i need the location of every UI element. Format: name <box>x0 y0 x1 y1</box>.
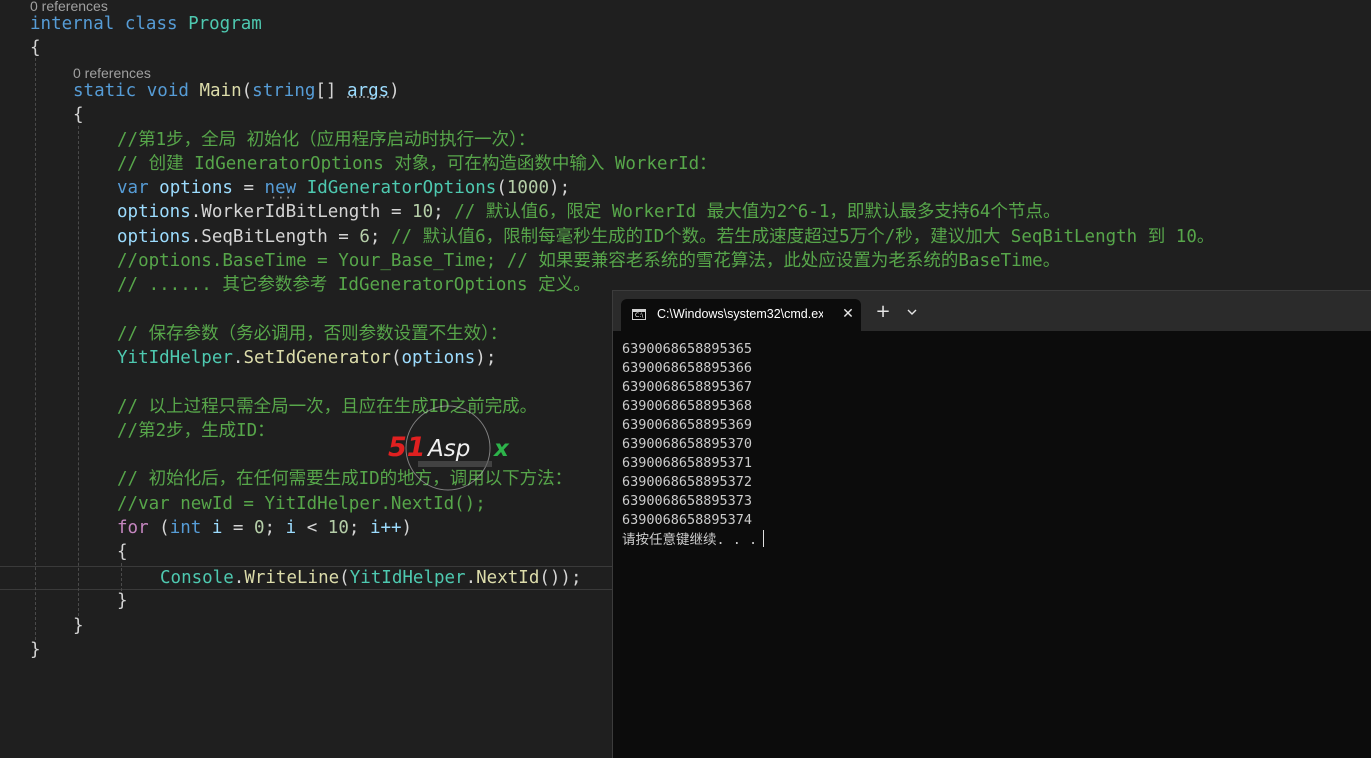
output-line: 6390068658895366 <box>622 360 753 376</box>
cmd-icon: C:\ <box>632 309 646 320</box>
keyword-static: static <box>73 81 137 101</box>
indent-guide <box>35 58 36 640</box>
output-line: 6390068658895373 <box>622 493 753 509</box>
code-line-set-generator: YitIdHelper.SetIdGenerator(options); <box>117 348 497 368</box>
code-line-seq: options.SeqBitLength = 6; // 默认值6，限制每毫秒生… <box>117 227 1215 247</box>
comment-save: // 保存参数（务必调用，否则参数设置不生效）： <box>117 324 508 344</box>
terminal-tab-title: C:\Windows\system32\cmd.exe <box>657 307 823 321</box>
svg-text:Asp: Asp <box>426 436 470 462</box>
keyword-string: string <box>252 81 316 101</box>
code-line-for: for (int i = 0; i < 10; i++) <box>117 518 413 538</box>
prompt-line: 请按任意键继续. . . <box>622 530 765 550</box>
output-line: 6390068658895370 <box>622 436 753 452</box>
param-args: args <box>347 81 390 101</box>
comment-other: // ...... 其它参数参考 IdGeneratorOptions 定义。 <box>117 275 591 295</box>
indent-guide <box>78 126 79 616</box>
close-icon[interactable]: ✕ <box>839 304 857 324</box>
terminal-tab-bar: C:\ C:\Windows\system32\cmd.exe ✕ + <box>613 291 1371 331</box>
code-line-close-brace: } <box>30 640 41 660</box>
indent-guide <box>121 563 122 591</box>
svg-text:x: x <box>493 436 510 462</box>
terminal-output[interactable]: 6390068658895365 6390068658895366 63900686… <box>622 340 765 550</box>
comment-step2: //第2步，生成ID： <box>117 421 275 441</box>
comment-basetime: //options.BaseTime = Your_Base_Time; // … <box>117 251 1061 271</box>
output-line: 6390068658895372 <box>622 474 753 490</box>
code-line-close-brace: } <box>73 616 84 636</box>
output-line: 6390068658895367 <box>622 379 753 395</box>
chevron-down-icon[interactable] <box>903 303 921 321</box>
code-line-open-brace: { <box>117 542 128 562</box>
terminal-tab[interactable]: C:\ C:\Windows\system32\cmd.exe ✕ <box>621 299 861 331</box>
keyword-void: void <box>146 81 189 101</box>
text-cursor <box>763 530 765 547</box>
output-line: 6390068658895374 <box>622 512 753 528</box>
watermark-logo: 51 Asp x <box>388 405 510 491</box>
code-line-open-brace: { <box>73 105 84 125</box>
comment-create: // 创建 IdGeneratorOptions 对象，可在构造函数中输入 Wo… <box>117 154 717 174</box>
code-line-var: var options = new IdGeneratorOptions(100… <box>117 178 571 198</box>
output-line: 6390068658895369 <box>622 417 753 433</box>
prompt-text: 请按任意键继续. . . <box>622 532 758 548</box>
comment-newid: //var newId = YitIdHelper.NextId(); <box>117 494 486 514</box>
code-line-console: Console.WriteLine(YitIdHelper.NextId()); <box>160 568 582 588</box>
output-line: 6390068658895371 <box>622 455 753 471</box>
keyword-internal: internal <box>30 14 115 34</box>
method-name: Main <box>199 81 242 101</box>
code-line-main: static void Main(string[] args) <box>73 81 400 101</box>
new-tab-button[interactable]: + <box>873 301 893 323</box>
class-name: Program <box>188 14 262 34</box>
code-line-class: internal class Program <box>30 12 262 36</box>
svg-text:51: 51 <box>388 432 426 463</box>
keyword-class: class <box>124 14 178 34</box>
output-line: 6390068658895368 <box>622 398 753 414</box>
code-line-open-brace: { <box>30 38 41 58</box>
comment-step1: //第1步，全局 初始化（应用程序启动时执行一次）： <box>117 130 536 150</box>
terminal-window[interactable]: C:\ C:\Windows\system32\cmd.exe ✕ + 6390… <box>612 290 1371 758</box>
code-line-close-brace: } <box>117 591 128 611</box>
output-line: 6390068658895365 <box>622 341 753 357</box>
code-line-worker: options.WorkerIdBitLength = 10; // 默认值6，… <box>117 202 1061 222</box>
